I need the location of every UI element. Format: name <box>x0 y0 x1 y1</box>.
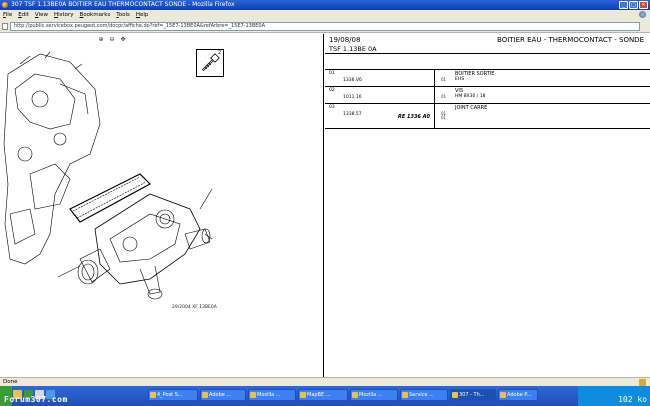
taskbar-item[interactable]: Mozilla ... <box>350 389 398 401</box>
exploded-view-drawing <box>3 51 213 300</box>
part-detail: EHS <box>455 77 465 82</box>
status-text: Done <box>3 379 18 385</box>
part-reference[interactable]: 1011.16 <box>343 95 362 100</box>
part-quantity: 01 <box>441 94 447 99</box>
engine-model: TSF 1.13BE 0A <box>329 45 377 53</box>
table-row[interactable]: 01 1336.V6 BOITIER SORTIE 01 EHS <box>325 70 650 87</box>
system-tray: 102 ko <box>578 386 650 406</box>
window-title: 307 TSF 1.13BE0A BOITIER EAU THERMOCONTA… <box>11 1 235 8</box>
drawing-caption: 29/2004 XF 13BE0A <box>172 305 217 310</box>
tray-text: 102 ko <box>618 395 647 404</box>
window-controls: _ □ × <box>619 1 648 9</box>
table-row[interactable]: 03 1338.57 RE 1336 A0 JOINT CARRE 01 01 <box>325 104 650 129</box>
taskbar-item[interactable]: 4_Post S... <box>148 389 198 401</box>
part-index: 02 <box>329 88 335 93</box>
taskbar: Forum307.com 4_Post S... Adobe ... Mozil… <box>0 386 650 406</box>
part-detail: 01 <box>441 115 447 120</box>
task-icon <box>202 392 208 398</box>
taskbar-item[interactable]: Mozilla ... <box>248 389 296 401</box>
page-content: ⊕ ⊖ ✥ 2 29/2004 XF 13BE0A 19/08/08 TSF 1… <box>0 34 650 377</box>
task-icon <box>402 392 408 398</box>
menu-tools[interactable]: Tools <box>116 12 130 18</box>
firefox-icon <box>2 2 8 8</box>
header-divider <box>325 53 650 54</box>
addon-icon <box>639 379 646 386</box>
window-title-bar: 307 TSF 1.13BE0A BOITIER EAU THERMOCONTA… <box>0 0 650 10</box>
document-date: 19/08/08 <box>329 36 361 44</box>
parts-header: 19/08/08 TSF 1.13BE 0A BOITIER EAU - THE… <box>325 34 650 70</box>
part-index: 01 <box>329 71 335 76</box>
zoom-out-icon[interactable]: ⊖ <box>108 36 116 43</box>
part-reference[interactable]: 1336.V6 <box>343 78 362 83</box>
navigation-toolbar: http://public.servicebox.peugeot.com/doc… <box>0 19 650 33</box>
status-bar: Done <box>0 377 650 386</box>
zoom-toolbar: ⊕ ⊖ ✥ <box>97 36 127 43</box>
part-reference-replacement[interactable]: RE 1336 A0 <box>398 114 430 120</box>
taskbar-item[interactable]: Service ... <box>400 389 448 401</box>
part-detail: HM 8X30 / 18 <box>455 94 486 99</box>
part-number-cell: 02 1011.16 <box>325 87 435 103</box>
table-row[interactable]: 02 1011.16 VIS 01 HM 8X30 / 18 <box>325 87 650 104</box>
part-reference[interactable]: 1338.57 <box>343 112 362 117</box>
menu-history[interactable]: History <box>54 12 74 18</box>
url-input[interactable]: http://public.servicebox.peugeot.com/doc… <box>10 22 640 31</box>
menu-file[interactable]: File <box>3 12 12 18</box>
watermark: Forum307.com <box>4 395 68 404</box>
menu-bookmarks[interactable]: Bookmarks <box>80 12 111 18</box>
menu-help[interactable]: Help <box>136 12 149 18</box>
task-icon <box>500 392 506 398</box>
parts-table: 01 1336.V6 BOITIER SORTIE 01 EHS 02 1011… <box>325 70 650 129</box>
menu-bar: File Edit View History Bookmarks Tools H… <box>0 10 650 19</box>
minimize-button[interactable]: _ <box>619 1 628 9</box>
parts-list-pane: 19/08/08 TSF 1.13BE 0A BOITIER EAU - THE… <box>325 34 650 377</box>
drawing-pane: ⊕ ⊖ ✥ 2 29/2004 XF 13BE0A <box>0 34 324 377</box>
task-icon <box>250 392 256 398</box>
taskbar-item[interactable]: MapBE ... <box>298 389 348 401</box>
menu-view[interactable]: View <box>35 12 48 18</box>
throbber-icon <box>639 11 646 18</box>
part-quantity: 01 <box>441 77 447 82</box>
part-callout-box: 2 <box>196 49 224 77</box>
page-icon <box>2 23 8 30</box>
zoom-in-icon[interactable]: ⊕ <box>97 36 105 43</box>
callout-number: 2 <box>217 50 221 56</box>
taskbar-item[interactable]: Adobe ... <box>200 389 246 401</box>
task-icon <box>352 392 358 398</box>
close-button[interactable]: × <box>639 1 648 9</box>
part-number-cell: 01 1336.V6 <box>325 70 435 86</box>
pan-icon[interactable]: ✥ <box>119 36 127 43</box>
taskbar-item-active[interactable]: 307 - Th... <box>450 389 496 401</box>
part-index: 03 <box>329 105 335 110</box>
page-title: BOITIER EAU - THERMOCONTACT - SONDE <box>497 36 644 44</box>
maximize-button[interactable]: □ <box>629 1 638 9</box>
task-icon <box>150 392 156 398</box>
taskbar-item[interactable]: Adobe P... <box>498 389 538 401</box>
part-number-cell: 03 1338.57 RE 1336 A0 <box>325 104 435 128</box>
menu-edit[interactable]: Edit <box>18 12 29 18</box>
task-icon <box>452 392 458 398</box>
task-icon <box>300 392 306 398</box>
part-description: JOINT CARRE <box>455 105 488 111</box>
